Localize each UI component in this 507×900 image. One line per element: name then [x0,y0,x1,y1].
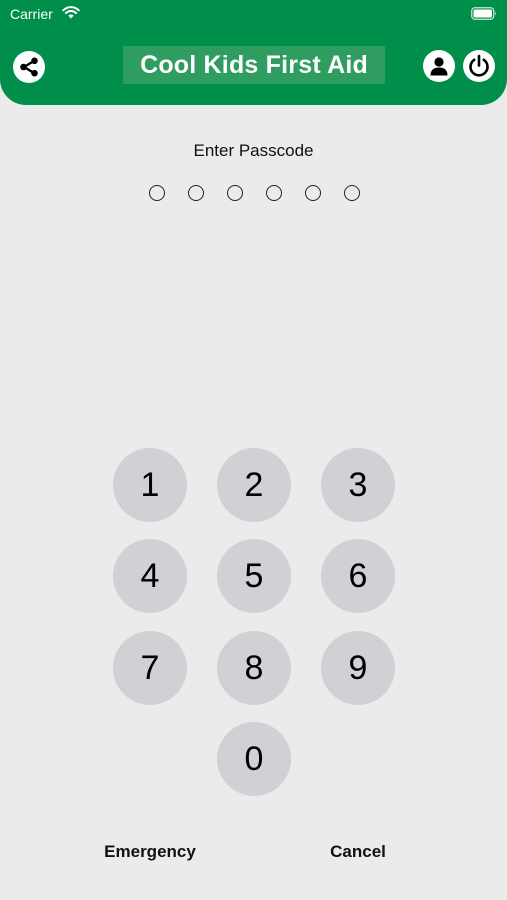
key-6[interactable]: 6 [321,539,395,613]
key-4[interactable]: 4 [113,539,187,613]
cancel-button[interactable]: Cancel [288,842,428,862]
app-header: Carrier Cool Kids First Aid [0,0,507,105]
key-9[interactable]: 9 [321,631,395,705]
key-0[interactable]: 0 [217,722,291,796]
key-2[interactable]: 2 [217,448,291,522]
share-icon [20,57,38,77]
profile-button[interactable] [423,50,455,82]
profile-icon [430,57,448,76]
key-3[interactable]: 3 [321,448,395,522]
wifi-icon [62,6,80,19]
passcode-prompt: Enter Passcode [193,141,314,160]
passcode-dot [188,185,204,201]
key-8[interactable]: 8 [217,631,291,705]
passcode-dot [344,185,360,201]
key-7[interactable]: 7 [113,631,187,705]
app-title-box: Cool Kids First Aid [123,46,385,84]
power-icon [469,54,489,77]
status-bar: Carrier [0,0,507,30]
passcode-dot [266,185,282,201]
power-button[interactable] [463,50,495,82]
share-button[interactable] [13,51,45,83]
battery-icon [471,7,496,20]
app-title: Cool Kids First Aid [140,50,368,79]
passcode-dot [305,185,321,201]
passcode-dot [227,185,243,201]
emergency-button[interactable]: Emergency [80,842,220,862]
passcode-dot [149,185,165,201]
passcode-dots [0,185,507,201]
key-1[interactable]: 1 [113,448,187,522]
carrier-label: Carrier [10,6,53,22]
key-5[interactable]: 5 [217,539,291,613]
